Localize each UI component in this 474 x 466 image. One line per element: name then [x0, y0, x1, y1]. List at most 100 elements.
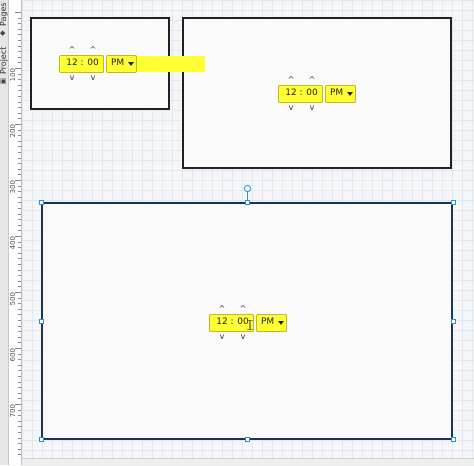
ruler-tick: [15, 124, 21, 125]
resize-handle-left[interactable]: [39, 319, 44, 324]
ruler-tick: [15, 12, 21, 13]
ruler-tick: [18, 303, 21, 305]
resize-handle-bottom-left[interactable]: [39, 437, 44, 442]
ruler-tick: [15, 348, 21, 349]
ruler-tick: [18, 34, 21, 36]
ruler-tick: [18, 409, 21, 411]
meridiem-value[interactable]: PM: [111, 58, 124, 69]
minute-up-icon[interactable]: ^: [308, 76, 316, 84]
ruler-tick: [18, 342, 21, 344]
dropdown-caret-icon[interactable]: [347, 92, 353, 96]
ruler-tick: [18, 437, 21, 439]
dropdown-caret-icon[interactable]: [278, 321, 284, 325]
minute-down-icon[interactable]: v: [308, 104, 316, 112]
ruler-tick: [18, 252, 21, 254]
ruler-tick: [18, 370, 21, 372]
resize-handle-bottom[interactable]: [245, 437, 250, 442]
ruler-tick: [18, 325, 21, 327]
ruler-tick: [18, 129, 21, 131]
minute-value[interactable]: 00: [305, 88, 319, 99]
hour-down-icon[interactable]: v: [68, 74, 76, 82]
ruler-tick: [18, 420, 21, 422]
hour-value[interactable]: 12: [215, 317, 229, 328]
ruler-tick: [18, 224, 21, 226]
ruler-tick: [18, 90, 21, 92]
ruler-tick: [18, 297, 21, 299]
minute-up-icon[interactable]: ^: [239, 305, 247, 313]
ruler-tick: [18, 392, 21, 394]
minute-up-icon[interactable]: ^: [89, 46, 97, 54]
ruler-tick: [18, 208, 21, 209]
ruler-tick: [15, 292, 21, 293]
ruler-tick: [18, 275, 21, 277]
ruler-tick: [18, 202, 21, 204]
ruler-tick: [18, 308, 21, 310]
tab-pages[interactable]: Pages: [0, 2, 8, 26]
ruler-tick: [18, 286, 21, 288]
ruler-tick: [18, 269, 21, 271]
resize-handle-top-right[interactable]: [451, 200, 456, 205]
resize-handle-top-left[interactable]: [39, 200, 44, 205]
rotate-handle[interactable]: [244, 185, 251, 192]
ruler-tick: [18, 448, 21, 450]
hour-down-icon[interactable]: v: [287, 104, 295, 112]
ruler-tick: [18, 28, 21, 30]
ruler-tick: [15, 68, 21, 69]
ruler-tick: [18, 247, 21, 249]
ruler-tick: [18, 112, 21, 114]
hour-up-icon[interactable]: ^: [68, 46, 76, 54]
ruler-tick: [18, 196, 21, 198]
ruler-tick: [18, 213, 21, 215]
resize-handle-top[interactable]: [245, 200, 250, 205]
ruler-tick: [18, 454, 21, 456]
ruler-tick: [18, 364, 21, 366]
ruler-tick: [18, 84, 21, 86]
resize-handle-bottom-right[interactable]: [451, 437, 456, 442]
project-icon: ▣: [0, 77, 7, 85]
time-separator: :: [299, 88, 303, 98]
hour-up-icon[interactable]: ^: [218, 305, 226, 313]
ruler-tick: [18, 118, 21, 120]
ruler-tick: [18, 264, 21, 265]
ruler-tick: [18, 258, 21, 260]
ruler-tick: [18, 381, 21, 383]
ruler-tick: [18, 140, 21, 142]
ruler-tick: [18, 51, 21, 53]
time-separator: :: [230, 317, 234, 327]
time-separator: :: [80, 58, 84, 68]
ruler-tick: [18, 146, 21, 148]
ruler-tick: [18, 387, 21, 389]
ruler-tick: [18, 353, 21, 355]
ruler-tick: [18, 331, 21, 333]
ruler-tick: [18, 443, 21, 445]
ruler-tick: [18, 23, 21, 25]
hour-value[interactable]: 12: [65, 58, 79, 69]
tab-project[interactable]: Project: [0, 38, 8, 74]
hour-value[interactable]: 12: [284, 88, 298, 99]
meridiem-value[interactable]: PM: [330, 88, 343, 99]
ruler-tick: [18, 45, 21, 47]
pages-icon: ◆: [0, 29, 6, 37]
minute-down-icon[interactable]: v: [89, 74, 97, 82]
ruler-tick: [18, 174, 21, 176]
ruler-tick: [18, 17, 21, 19]
ruler-tick: [18, 96, 21, 97]
ruler-tick: [18, 157, 21, 159]
ruler-tick: [18, 376, 21, 377]
ruler-tick: [18, 40, 21, 41]
minute-value[interactable]: 00: [86, 58, 100, 69]
minute-down-icon[interactable]: v: [239, 333, 247, 341]
resize-handle-right[interactable]: [451, 319, 456, 324]
side-panel: Pages ◆ Project ▣: [0, 0, 9, 465]
ruler-tick: [18, 101, 21, 103]
meridiem-value[interactable]: PM: [261, 317, 274, 328]
text-cursor-icon: [247, 320, 253, 330]
ruler-tick: [18, 107, 21, 109]
ruler-tick: [18, 152, 21, 153]
ruler-tick: [18, 359, 21, 361]
ruler-tick: [18, 241, 21, 243]
hour-up-icon[interactable]: ^: [287, 76, 295, 84]
hour-down-icon[interactable]: v: [218, 333, 226, 341]
dropdown-caret-icon[interactable]: [128, 62, 134, 66]
ruler-tick: [18, 230, 21, 232]
